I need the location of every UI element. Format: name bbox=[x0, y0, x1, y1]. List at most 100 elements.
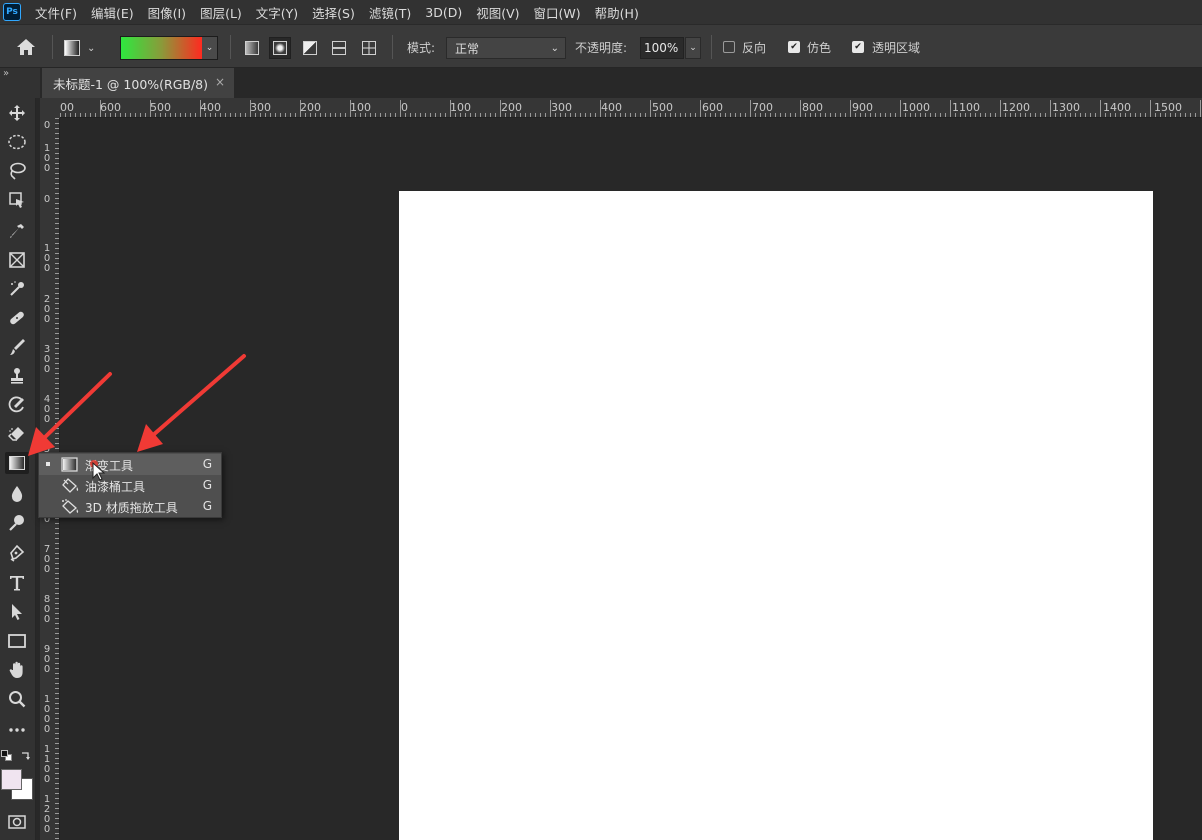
quick-mask-icon bbox=[8, 815, 26, 829]
tools-panel bbox=[0, 98, 36, 840]
diamond-gradient-button[interactable] bbox=[358, 37, 380, 59]
gradient-tool-button[interactable] bbox=[5, 452, 29, 474]
frame-tool-button[interactable] bbox=[5, 249, 29, 271]
menu-file[interactable]: 文件(F) bbox=[35, 3, 77, 22]
opacity-label: 不透明度: bbox=[575, 41, 628, 55]
type-tool-button[interactable] bbox=[5, 572, 29, 594]
opacity-input[interactable]: 100% bbox=[640, 37, 684, 59]
ruler-label: 1500 bbox=[1154, 101, 1182, 114]
chevron-down-icon[interactable]: ⌄ bbox=[202, 37, 217, 59]
menu-view[interactable]: 视图(V) bbox=[476, 3, 519, 22]
radial-gradient-icon bbox=[273, 41, 287, 55]
rectangle-tool-button[interactable] bbox=[5, 630, 29, 652]
edit-toolbar-button[interactable] bbox=[5, 719, 29, 741]
eyedropper-tool-button[interactable] bbox=[5, 220, 29, 242]
magnifier-icon bbox=[9, 691, 26, 708]
menu-bar: Ps 文件(F) 编辑(E) 图像(I) 图层(L) 文字(Y) 选择(S) 滤… bbox=[0, 0, 1202, 24]
menu-help[interactable]: 帮助(H) bbox=[595, 3, 639, 22]
panel-collapse-toggle[interactable]: » bbox=[0, 68, 40, 98]
ruler-label: 1300 bbox=[1052, 101, 1080, 114]
menu-select[interactable]: 选择(S) bbox=[312, 3, 355, 22]
brush-tool-button[interactable] bbox=[5, 336, 29, 358]
zoom-tool-button[interactable] bbox=[5, 688, 29, 710]
hand-tool-button[interactable] bbox=[5, 659, 29, 681]
angle-gradient-button[interactable] bbox=[299, 37, 321, 59]
document-canvas[interactable] bbox=[399, 191, 1153, 840]
document-tab[interactable]: 未标题-1 @ 100%(RGB/8) × bbox=[42, 68, 234, 98]
ruler-label: 200 bbox=[501, 101, 522, 114]
options-bar: ⌄ ⌄ 模式: 正常 ⌄ 不透明度: 100% ⌄ 反向 ✔ 仿色 ✔ 透明区域 bbox=[0, 24, 1202, 68]
mode-select[interactable]: 正常 ⌄ bbox=[446, 37, 566, 59]
dither-checkbox[interactable]: ✔ bbox=[788, 41, 800, 53]
ruler-label: 600 bbox=[100, 101, 121, 114]
chevron-down-icon: ⌄ bbox=[87, 42, 96, 54]
ruler-label: 300 bbox=[551, 101, 572, 114]
elliptical-marquee-tool-button[interactable] bbox=[5, 131, 29, 153]
path-selection-tool-button[interactable] bbox=[5, 601, 29, 623]
close-icon[interactable]: × bbox=[215, 75, 225, 89]
ruler-label: 800 bbox=[43, 594, 51, 625]
menu-layer[interactable]: 图层(L) bbox=[200, 3, 242, 22]
horizontal-ruler[interactable]: 00 600 500 400 300 200 100 0 100 200 300… bbox=[60, 98, 1202, 118]
frame-icon bbox=[9, 252, 25, 268]
options-divider bbox=[52, 35, 53, 59]
gradient-icon bbox=[59, 456, 81, 473]
gradient-swatch[interactable] bbox=[121, 37, 202, 59]
reverse-checkbox[interactable] bbox=[723, 41, 735, 53]
menu-image[interactable]: 图像(I) bbox=[148, 3, 186, 22]
chevron-down-icon[interactable]: ⌄ bbox=[685, 37, 701, 59]
flyout-item-label: 3D 材质拖放工具 bbox=[85, 501, 178, 515]
eraser-tool-button[interactable] bbox=[5, 423, 29, 445]
foreground-color-swatch[interactable] bbox=[1, 769, 22, 790]
object-selection-tool-button[interactable] bbox=[5, 189, 29, 211]
menu-type[interactable]: 文字(Y) bbox=[256, 3, 298, 22]
flyout-item-paint-bucket-tool[interactable]: 油漆桶工具 G bbox=[39, 475, 221, 496]
quick-mask-button[interactable] bbox=[5, 811, 29, 833]
mode-label: 模式: bbox=[407, 41, 436, 55]
radial-gradient-button[interactable] bbox=[269, 37, 291, 59]
ruler-label: 1400 bbox=[1103, 101, 1131, 114]
transparency-checkbox[interactable]: ✔ bbox=[852, 41, 864, 53]
reflected-gradient-button[interactable] bbox=[328, 37, 350, 59]
menu-edit[interactable]: 编辑(E) bbox=[91, 3, 134, 22]
move-icon bbox=[9, 105, 25, 121]
options-divider bbox=[230, 35, 231, 59]
tool-preset-picker[interactable]: ⌄ bbox=[64, 37, 106, 59]
transparency-label: 透明区域 bbox=[872, 41, 921, 55]
paint-bucket-icon bbox=[59, 477, 81, 494]
flyout-item-gradient-tool[interactable]: 渐变工具 G bbox=[39, 454, 221, 475]
spot-healing-brush-tool-button[interactable] bbox=[5, 278, 29, 300]
menu-filter[interactable]: 滤镜(T) bbox=[369, 3, 411, 22]
bandage-icon bbox=[10, 311, 24, 325]
blur-tool-button[interactable] bbox=[5, 483, 29, 505]
eyedropper-icon bbox=[10, 224, 24, 238]
flyout-item-3d-material-drop-tool[interactable]: 3D 材质拖放工具 G bbox=[39, 496, 221, 517]
menu-window[interactable]: 窗口(W) bbox=[534, 3, 581, 22]
reverse-label: 反向 bbox=[742, 41, 767, 55]
lasso-tool-button[interactable] bbox=[5, 160, 29, 182]
ruler-label: 300 bbox=[250, 101, 271, 114]
spot-healing-brush-icon bbox=[10, 281, 24, 296]
menu-3d[interactable]: 3D(D) bbox=[425, 5, 462, 20]
clone-stamp-tool-button[interactable] bbox=[5, 365, 29, 387]
ruler-label: 1100 bbox=[43, 744, 51, 785]
photoshop-logo-icon[interactable]: Ps bbox=[3, 3, 21, 21]
pen-tool-button[interactable] bbox=[5, 542, 29, 564]
gradient-picker[interactable]: ⌄ bbox=[120, 36, 218, 60]
home-icon[interactable] bbox=[14, 36, 38, 58]
ruler-label: 0 bbox=[401, 101, 408, 114]
ruler-corner[interactable] bbox=[40, 98, 60, 118]
dodge-tool-button[interactable] bbox=[5, 512, 29, 534]
default-colors-icon[interactable] bbox=[1, 750, 13, 762]
history-brush-tool-button[interactable] bbox=[5, 394, 29, 416]
move-tool-button[interactable] bbox=[5, 102, 29, 124]
history-brush-icon bbox=[8, 396, 24, 413]
healing-patch-tool-button[interactable] bbox=[5, 307, 29, 329]
ruler-label: 400 bbox=[601, 101, 622, 114]
mode-value: 正常 bbox=[455, 41, 480, 56]
angle-gradient-icon bbox=[303, 41, 317, 55]
ruler-ticks bbox=[60, 100, 1201, 117]
water-drop-icon bbox=[11, 486, 23, 502]
linear-gradient-button[interactable] bbox=[241, 37, 263, 59]
swap-colors-icon[interactable] bbox=[20, 750, 32, 762]
